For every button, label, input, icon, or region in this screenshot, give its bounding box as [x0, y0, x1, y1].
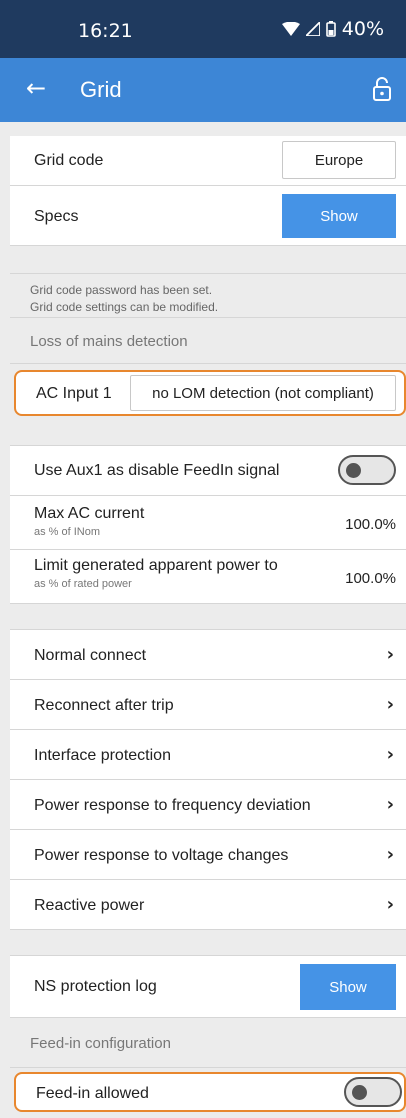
lom-row: AC Input 1 no LOM detection (not complia…	[14, 370, 406, 416]
lom-section-header: Loss of mains detection	[10, 318, 406, 364]
chevron-right-icon: ›	[386, 744, 394, 765]
toggle-knob	[352, 1085, 367, 1100]
chevron-right-icon: ›	[386, 844, 394, 865]
max-ac-current-row[interactable]: Max AC current as % of INom 100.0%	[10, 496, 406, 550]
menu-item-label: Reactive power	[34, 897, 145, 914]
menu-item-label: Power response to frequency deviation	[34, 797, 311, 814]
app-bar: ← Grid	[0, 58, 406, 122]
signal-icon	[305, 22, 320, 36]
info-line-2: Grid code settings can be modified.	[30, 300, 219, 314]
specs-show-button[interactable]: Show	[282, 194, 396, 238]
battery-icon	[325, 21, 336, 37]
status-bar: 16:21 40%	[0, 0, 406, 58]
specs-row: Specs Show	[10, 186, 406, 246]
menu-item-label: Interface protection	[34, 747, 171, 764]
settings-list: Grid code Europe Specs Show Grid code pa…	[10, 136, 406, 1112]
ns-log-label: NS protection log	[34, 978, 157, 995]
password-info: Grid code password has been set. Grid co…	[10, 274, 406, 318]
limit-power-row[interactable]: Limit generated apparent power to as % o…	[10, 550, 406, 604]
lom-section-title: Loss of mains detection	[30, 333, 188, 350]
menu-item-voltage[interactable]: Power response to voltage changes ›	[10, 830, 406, 880]
toggle-knob	[346, 463, 361, 478]
menu-item-label: Power response to voltage changes	[34, 847, 289, 864]
status-time: 16:21	[78, 20, 133, 42]
grid-code-row: Grid code Europe	[10, 136, 406, 186]
lom-label: AC Input 1	[36, 385, 112, 402]
feedin-section-header: Feed-in configuration	[10, 1018, 406, 1068]
ns-log-show-button[interactable]: Show	[300, 964, 396, 1010]
feedin-toggle[interactable]	[344, 1077, 402, 1107]
spacer	[10, 246, 406, 274]
max-ac-current-label: Max AC current	[34, 505, 145, 522]
aux1-row: Use Aux1 as disable FeedIn signal	[10, 446, 406, 496]
specs-label: Specs	[34, 208, 79, 225]
status-icons: 40%	[281, 18, 384, 40]
menu-item-reactive-power[interactable]: Reactive power ›	[10, 880, 406, 930]
menu-item-interface-protection[interactable]: Interface protection ›	[10, 730, 406, 780]
aux1-toggle[interactable]	[338, 455, 396, 485]
aux1-label: Use Aux1 as disable FeedIn signal	[34, 462, 280, 479]
menu-item-reconnect[interactable]: Reconnect after trip ›	[10, 680, 406, 730]
info-line-1: Grid code password has been set.	[30, 283, 213, 297]
max-ac-current-sub: as % of INom	[34, 526, 101, 538]
arrow-left-icon[interactable]: ←	[26, 74, 46, 102]
wifi-icon	[281, 22, 300, 36]
grid-code-select[interactable]: Europe	[282, 141, 396, 179]
page-title: Grid	[80, 77, 122, 102]
feedin-row: Feed-in allowed	[14, 1072, 406, 1112]
limit-power-value: 100.0%	[345, 570, 396, 587]
lom-select[interactable]: no LOM detection (not compliant)	[130, 375, 396, 411]
menu-item-normal-connect[interactable]: Normal connect ›	[10, 630, 406, 680]
chevron-right-icon: ›	[386, 794, 394, 815]
chevron-right-icon: ›	[386, 644, 394, 665]
spacer	[10, 604, 406, 630]
chevron-right-icon: ›	[386, 894, 394, 915]
max-ac-current-value: 100.0%	[345, 516, 396, 533]
ns-log-row: NS protection log Show	[10, 956, 406, 1018]
spacer	[10, 930, 406, 956]
menu-item-label: Normal connect	[34, 647, 147, 664]
spacer	[10, 422, 406, 446]
grid-code-label: Grid code	[34, 152, 104, 169]
feedin-label: Feed-in allowed	[36, 1085, 149, 1102]
limit-power-label: Limit generated apparent power to	[34, 557, 278, 574]
lock-open-icon[interactable]	[372, 77, 392, 106]
menu-item-label: Reconnect after trip	[34, 697, 174, 714]
limit-power-sub: as % of rated power	[34, 578, 132, 590]
menu-item-frequency[interactable]: Power response to frequency deviation ›	[10, 780, 406, 830]
battery-percent: 40%	[341, 18, 384, 40]
chevron-right-icon: ›	[386, 694, 394, 715]
feedin-section-title: Feed-in configuration	[30, 1035, 171, 1052]
